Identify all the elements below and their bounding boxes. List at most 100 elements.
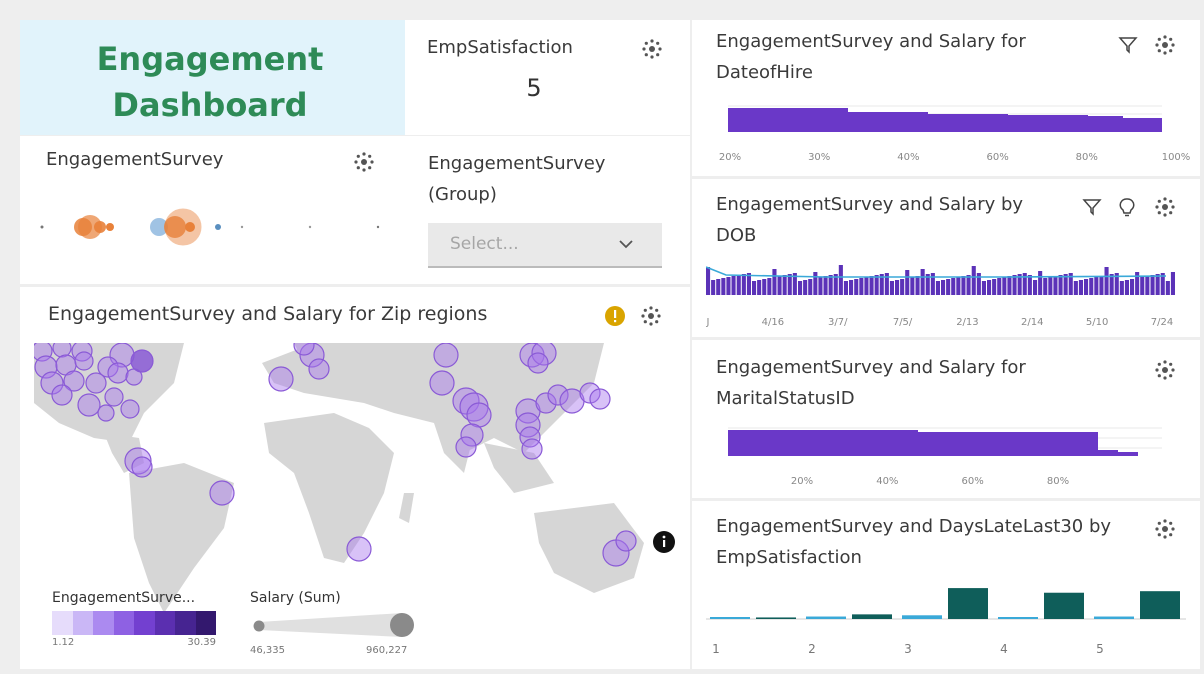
dob-bar	[1104, 267, 1109, 295]
map-widget[interactable]: EngagementSurvey and Salary for Zip regi…	[20, 287, 690, 669]
dob-bar-chart[interactable]	[706, 263, 1176, 297]
marital-bar-chart[interactable]	[728, 424, 1168, 464]
point	[106, 223, 114, 231]
dob-bar	[854, 279, 859, 295]
dob-bar	[838, 265, 843, 295]
dob-bar	[1012, 275, 1017, 295]
dob-bar	[787, 274, 792, 295]
dob-bar	[910, 277, 915, 295]
dob-bar	[1130, 279, 1135, 295]
bar-days-late	[806, 616, 846, 619]
point	[240, 225, 244, 229]
legend-swatch	[134, 611, 155, 635]
filter-icon[interactable]	[1118, 35, 1138, 55]
category-label: 3	[904, 642, 912, 656]
category-label: 5	[1096, 642, 1104, 656]
dob-axis: J 4/16 3/7/7/5/2/13 2/14 5/10 7/24	[692, 317, 1200, 333]
dob-bar	[1053, 276, 1058, 295]
axis-tick-label: 7/5/	[892, 317, 913, 328]
days-late-chart-widget[interactable]: EngagementSurvey and DaysLateLast30 by E…	[692, 501, 1200, 669]
size-legend-label: Salary (Sum)	[250, 590, 341, 606]
dob-bar	[849, 280, 854, 295]
widget-title: EngagementSurvey and Salary for Zip regi…	[48, 303, 488, 325]
dob-bar	[961, 276, 966, 295]
dob-bar	[1099, 276, 1104, 295]
warning-icon[interactable]	[604, 305, 626, 327]
map-bubble	[74, 351, 94, 371]
gear-icon[interactable]	[1154, 359, 1176, 381]
gear-icon[interactable]	[640, 305, 662, 327]
marital-chart-widget[interactable]: EngagementSurvey and Salary for MaritalS…	[692, 340, 1200, 498]
dob-bar	[1007, 276, 1012, 295]
dob-bar	[828, 275, 833, 295]
dob-bar	[813, 272, 818, 295]
axis-tick-label: 5/10	[1085, 317, 1109, 328]
dob-bar	[1109, 274, 1114, 295]
map-bubble	[521, 438, 543, 460]
widget-title: EngagementSurvey and Salary for MaritalS…	[716, 357, 1026, 409]
legend-swatch	[154, 611, 175, 635]
kpi-value: 5	[526, 74, 542, 102]
dob-bar	[905, 270, 910, 295]
dob-bar	[746, 273, 751, 295]
axis-tick-label: 100%	[1161, 152, 1191, 163]
dob-bar	[1124, 280, 1129, 295]
group-select[interactable]: Select...	[428, 223, 662, 268]
dashboard-title: Engagement Dashboard	[60, 36, 360, 128]
dob-bar	[1038, 271, 1043, 295]
point	[215, 224, 221, 230]
color-legend: EngagementSurve... 1.12 30.39	[52, 589, 242, 659]
lightbulb-icon[interactable]	[1117, 197, 1137, 217]
legend-swatch	[52, 611, 73, 635]
engagement-survey-widget[interactable]: EngagementSurvey	[20, 136, 400, 284]
dob-bar	[1170, 272, 1175, 295]
dob-bar	[777, 276, 782, 295]
axis-tick-label: 40%	[876, 476, 899, 487]
widget-title: EmpSatisfaction	[427, 37, 573, 58]
dob-bar	[956, 277, 961, 295]
dob-bar	[721, 278, 726, 295]
dob-bar	[782, 275, 787, 295]
info-marker[interactable]	[653, 531, 675, 553]
dob-bar	[1119, 281, 1124, 295]
axis-tick-label: 3/7/	[827, 317, 848, 328]
dob-chart-widget[interactable]: EngagementSurvey and Salary by DOB J 4/16…	[692, 179, 1200, 337]
group-filter-widget[interactable]: EngagementSurvey (Group) Select...	[400, 136, 690, 284]
dob-bar	[1094, 277, 1099, 295]
map-bubble	[131, 456, 153, 478]
map-bubble	[527, 352, 549, 374]
dob-bar	[859, 278, 864, 295]
dob-bar	[762, 279, 767, 295]
gear-icon[interactable]	[641, 38, 663, 60]
dob-bar	[915, 276, 920, 295]
point	[376, 225, 380, 229]
size-legend: Salary (Sum) 46,335 960,227	[250, 589, 420, 659]
size-legend-max: 960,227	[366, 645, 408, 656]
engagement-points-chart[interactable]	[20, 196, 400, 256]
map-bubble	[209, 480, 235, 506]
dob-bar	[731, 276, 736, 295]
hire-chart-widget[interactable]: EngagementSurvey and Salary for DateofHi…	[692, 20, 1200, 176]
legend-swatch	[113, 611, 134, 635]
emp-satisfaction-widget[interactable]: EmpSatisfaction 5	[405, 20, 690, 135]
gear-icon[interactable]	[1154, 196, 1176, 218]
gear-icon[interactable]	[1154, 518, 1176, 540]
gear-icon[interactable]	[353, 151, 375, 173]
land-africa	[264, 413, 394, 563]
dob-bar	[951, 278, 956, 295]
gear-icon[interactable]	[1154, 34, 1176, 56]
axis-tick-label: 4/16	[761, 317, 785, 328]
dob-bar	[767, 278, 772, 295]
map-bubble	[433, 343, 459, 368]
map-bubble	[130, 349, 154, 373]
axis-tick-label: 20%	[718, 152, 742, 163]
dob-bar	[818, 277, 823, 295]
title-line: Dashboard	[112, 86, 308, 124]
days-late-bar-chart[interactable]: 1 2 3 4 5	[692, 581, 1200, 669]
hire-bar-chart[interactable]	[728, 100, 1168, 140]
filter-icon[interactable]	[1082, 197, 1102, 217]
select-placeholder: Select...	[450, 234, 519, 254]
point	[164, 208, 202, 246]
dob-bar	[1155, 274, 1160, 295]
color-legend-swatches	[52, 611, 216, 635]
